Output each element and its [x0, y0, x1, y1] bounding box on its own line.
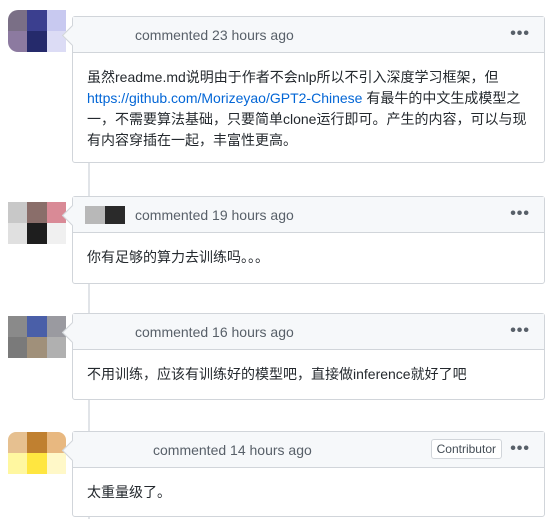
comment-text: 虽然readme.md说明由于作者不会nlp所以不引入深度学习框架，但 [87, 69, 499, 85]
github-link[interactable]: https://github.com/Morizeyao/GPT2-Chines… [87, 90, 362, 106]
comment-card: commented 23 hours ago ••• 虽然readme.md说明… [72, 16, 545, 163]
contributor-badge: Contributor [430, 439, 502, 459]
comment-card: commented 14 hours ago Contributor ••• 太… [72, 431, 545, 517]
comment-body: 虽然readme.md说明由于作者不会nlp所以不引入深度学习框架，但 http… [73, 53, 544, 165]
comment-header: commented 14 hours ago Contributor ••• [73, 432, 544, 468]
comment-body: 你有足够的算力去训练吗。。。 [73, 233, 544, 282]
more-options-icon[interactable]: ••• [510, 205, 530, 223]
comment-body: 太重量级了。 [73, 468, 544, 517]
avatar[interactable] [8, 10, 66, 52]
more-options-icon[interactable]: ••• [510, 440, 530, 458]
avatar [85, 323, 125, 341]
avatar [85, 441, 125, 459]
comment-header: commented 16 hours ago ••• [73, 314, 544, 350]
comment-body: 不用训练，应该有训练好的模型吧，直接做inference就好了吧 [73, 350, 544, 399]
comment-timestamp[interactable]: commented 19 hours ago [135, 207, 294, 223]
comment-card: commented 16 hours ago ••• 不用训练，应该有训练好的模… [72, 313, 545, 400]
comment-header: commented 19 hours ago ••• [73, 197, 544, 233]
more-options-icon[interactable]: ••• [510, 322, 530, 340]
comment-timestamp[interactable]: commented 23 hours ago [135, 27, 294, 43]
avatar[interactable] [8, 316, 66, 358]
avatar [85, 206, 125, 224]
comment-header: commented 23 hours ago ••• [73, 17, 544, 53]
comment-text: 不用训练，应该有训练好的模型吧，直接做inference就好了吧 [87, 366, 467, 382]
comment-timestamp[interactable]: commented 16 hours ago [135, 324, 294, 340]
comment-timestamp[interactable]: commented 14 hours ago [135, 442, 312, 458]
comment-text: 太重量级了。 [87, 484, 171, 500]
comment-text: 你有足够的算力去训练吗。。。 [87, 249, 269, 265]
avatar[interactable] [8, 202, 66, 244]
avatar [85, 26, 125, 44]
comment-card: commented 19 hours ago ••• 你有足够的算力去训练吗。。… [72, 196, 545, 284]
more-options-icon[interactable]: ••• [510, 25, 530, 43]
avatar[interactable] [8, 432, 66, 474]
